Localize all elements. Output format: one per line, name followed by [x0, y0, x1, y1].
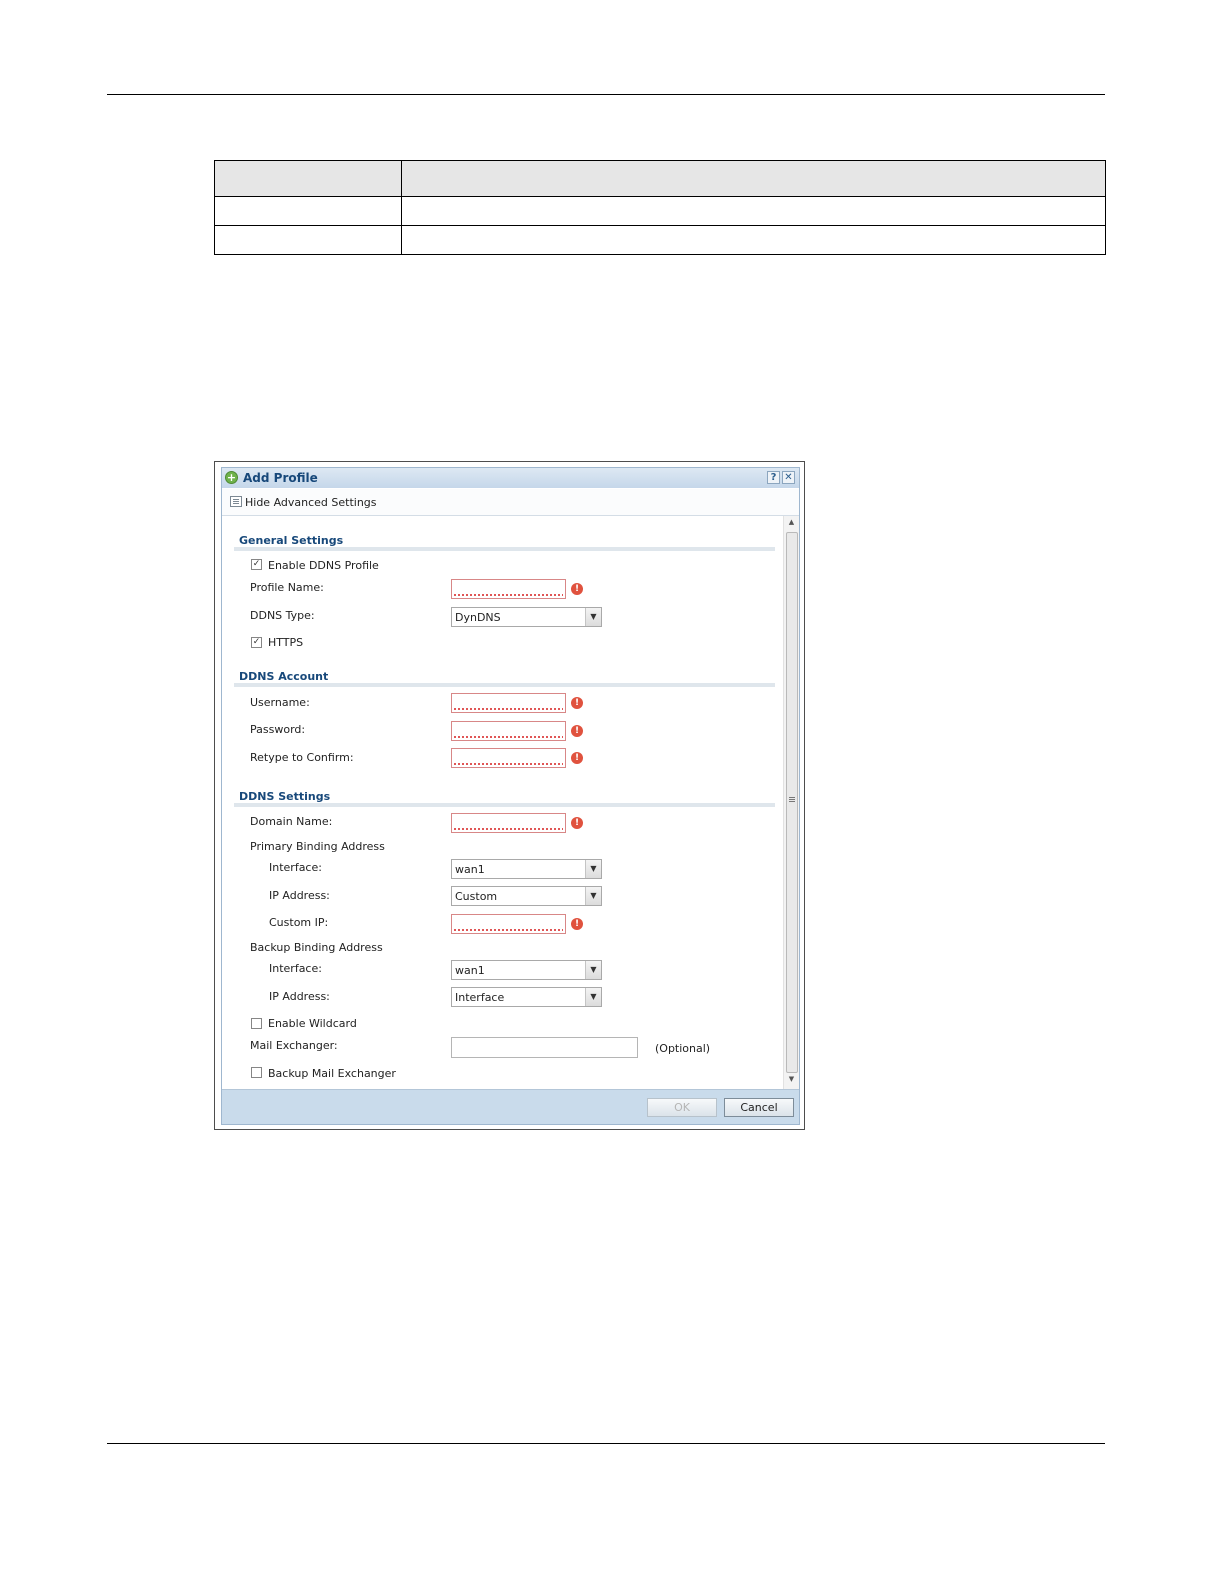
password-label: Password: [250, 723, 306, 736]
backup-interface-label: Interface: [269, 962, 322, 975]
primary-interface-label: Interface: [269, 861, 322, 874]
advanced-settings-bar: Hide Advanced Settings [222, 489, 799, 516]
backup-mail-exchanger-label: Backup Mail Exchanger [268, 1067, 396, 1080]
section-divider [234, 683, 775, 687]
error-icon: ! [571, 697, 583, 709]
dialog-footer: OK Cancel [222, 1089, 799, 1124]
chevron-down-icon[interactable]: ▼ [585, 961, 601, 979]
backup-ip-label: IP Address: [269, 990, 330, 1003]
dialog-titlebar: + Add Profile ? ✕ [222, 468, 799, 488]
scroll-thumb[interactable] [786, 532, 798, 1073]
error-icon: ! [571, 583, 583, 595]
primary-interface-select[interactable]: wan1 ▼ [451, 859, 602, 879]
vertical-scrollbar[interactable]: ▲ ▼ [783, 516, 799, 1089]
table-row [214, 225, 1106, 255]
mail-exchanger-input[interactable] [451, 1037, 638, 1058]
https-label: HTTPS [268, 636, 304, 649]
https-checkbox[interactable]: ✓ [251, 637, 262, 648]
close-button[interactable]: ✕ [782, 471, 795, 484]
ddns-type-select[interactable]: DynDNS ▼ [451, 607, 602, 627]
page-footer-rule [107, 1443, 1105, 1444]
enable-ddns-profile-label: Enable DDNS Profile [268, 559, 379, 572]
ddns-settings-heading: DDNS Settings [239, 790, 331, 803]
section-divider [234, 547, 775, 551]
password-input[interactable] [451, 721, 566, 741]
retype-password-input[interactable] [451, 748, 566, 768]
cancel-button[interactable]: Cancel [724, 1098, 794, 1117]
enable-wildcard-label: Enable Wildcard [268, 1017, 357, 1030]
profile-name-input[interactable] [451, 579, 566, 599]
retype-password-label: Retype to Confirm: [250, 751, 354, 764]
profile-name-label: Profile Name: [250, 581, 324, 594]
primary-ip-select[interactable]: Custom ▼ [451, 886, 602, 906]
username-input[interactable] [451, 693, 566, 713]
primary-interface-value: wan1 [455, 863, 485, 876]
backup-interface-select[interactable]: wan1 ▼ [451, 960, 602, 980]
backup-interface-value: wan1 [455, 964, 485, 977]
backup-ip-select[interactable]: Interface ▼ [451, 987, 602, 1007]
grip-icon [789, 797, 795, 803]
optional-hint: (Optional) [655, 1042, 711, 1055]
primary-ip-label: IP Address: [269, 889, 330, 902]
add-icon: + [225, 471, 238, 484]
chevron-down-icon[interactable]: ▼ [585, 988, 601, 1006]
primary-ip-value: Custom [455, 890, 498, 903]
backup-ip-value: Interface [455, 991, 505, 1004]
list-icon[interactable] [230, 496, 242, 507]
table-row [214, 196, 1106, 226]
page-header-rule [107, 94, 1105, 95]
chevron-down-icon[interactable]: ▼ [585, 860, 601, 878]
error-icon: ! [571, 918, 583, 930]
custom-ip-input[interactable] [451, 914, 566, 934]
scroll-up-arrow-icon[interactable]: ▲ [784, 518, 799, 530]
error-icon: ! [571, 725, 583, 737]
hide-advanced-settings-link[interactable]: Hide Advanced Settings [245, 496, 377, 509]
domain-name-input[interactable] [451, 813, 566, 833]
primary-binding-heading: Primary Binding Address [250, 840, 385, 853]
document-table [214, 160, 1106, 255]
enable-wildcard-checkbox[interactable] [251, 1018, 262, 1029]
custom-ip-label: Custom IP: [269, 916, 329, 929]
chevron-down-icon[interactable]: ▼ [585, 608, 601, 626]
ddns-account-heading: DDNS Account [239, 670, 329, 683]
username-label: Username: [250, 696, 310, 709]
general-settings-heading: General Settings [239, 534, 344, 547]
chevron-down-icon[interactable]: ▼ [585, 887, 601, 905]
help-button[interactable]: ? [767, 471, 780, 484]
table-header-row [214, 160, 1106, 197]
ok-button[interactable]: OK [647, 1098, 717, 1117]
mail-exchanger-label: Mail Exchanger: [250, 1039, 338, 1052]
backup-binding-heading: Backup Binding Address [250, 941, 383, 954]
enable-ddns-profile-checkbox[interactable]: ✓ [251, 559, 262, 570]
scroll-down-arrow-icon[interactable]: ▼ [784, 1075, 799, 1087]
ddns-type-label: DDNS Type: [250, 609, 315, 622]
section-divider [234, 803, 775, 807]
dialog-content: General Settings ✓ Enable DDNS Profile P… [222, 516, 782, 1089]
ddns-type-value: DynDNS [455, 611, 501, 624]
backup-mail-exchanger-checkbox[interactable] [251, 1067, 262, 1078]
add-profile-dialog: + Add Profile ? ✕ Hide Advanced Settings… [214, 461, 805, 1130]
domain-name-label: Domain Name: [250, 815, 333, 828]
error-icon: ! [571, 752, 583, 764]
dialog-title: Add Profile [243, 471, 318, 485]
error-icon: ! [571, 817, 583, 829]
